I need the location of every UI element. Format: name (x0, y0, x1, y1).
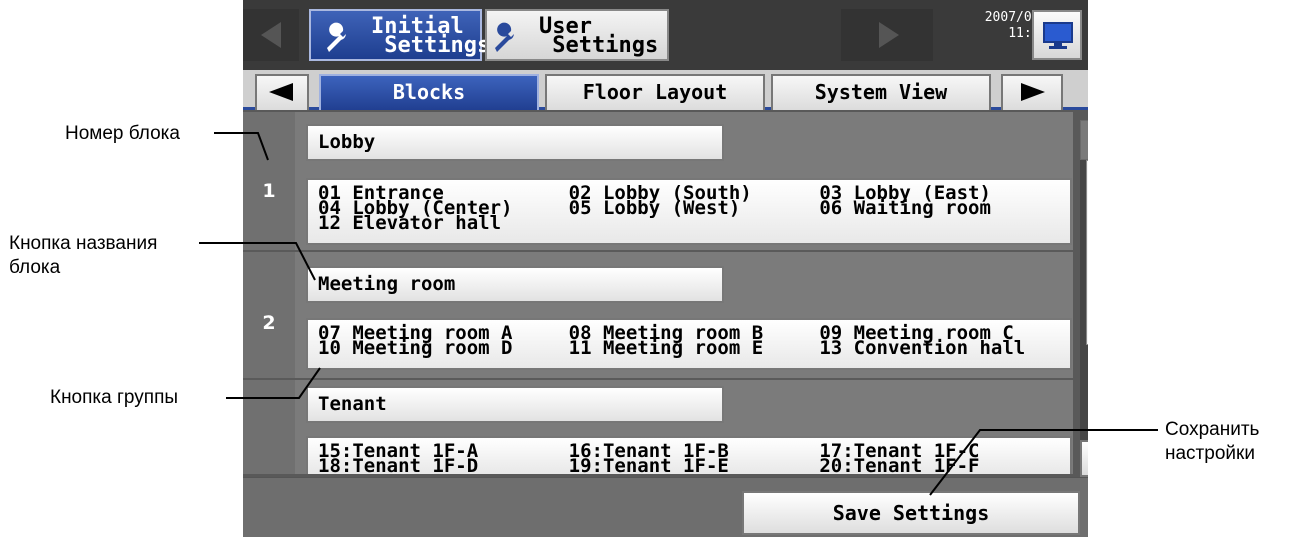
annotation-leader-lines (199, 132, 1158, 496)
